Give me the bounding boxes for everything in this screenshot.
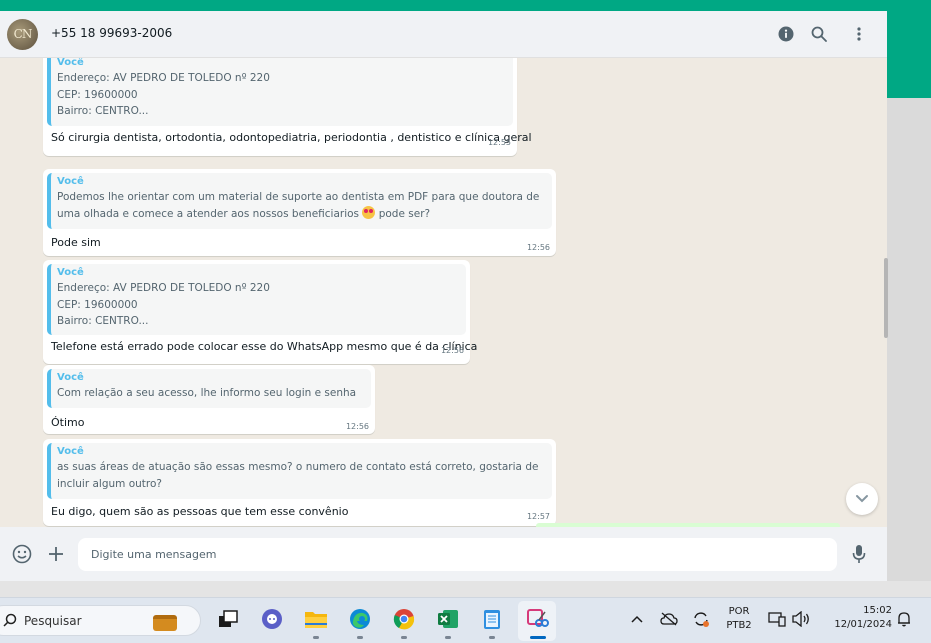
info-icon[interactable] bbox=[775, 23, 797, 45]
notepad-icon[interactable] bbox=[479, 606, 505, 632]
app-side-band bbox=[887, 11, 931, 98]
quote-line: as suas áreas de atuação são essas mesmo… bbox=[57, 461, 539, 473]
avatar[interactable]: CN bbox=[7, 19, 38, 50]
contact-name[interactable]: +55 18 99693-2006 bbox=[51, 26, 172, 40]
running-indicator bbox=[357, 636, 363, 639]
avatar-initials: CN bbox=[13, 27, 33, 41]
chat-scrollbar[interactable] bbox=[884, 258, 888, 338]
message-bubble[interactable]: Você Endereço: AV PEDRO DE TOLEDO nº 220… bbox=[43, 260, 477, 364]
message-input[interactable] bbox=[78, 538, 837, 571]
message-text: Eu digo, quem são as pessoas que tem ess… bbox=[51, 505, 349, 518]
message-text: Ótimo bbox=[51, 416, 85, 429]
active-indicator bbox=[530, 636, 546, 639]
quoted-message[interactable]: Você Endereço: AV PEDRO DE TOLEDO nº 220… bbox=[47, 58, 513, 126]
quote-author: Você bbox=[57, 267, 84, 278]
briefcase-icon[interactable] bbox=[153, 615, 177, 631]
app-top-band bbox=[0, 0, 931, 11]
running-indicator bbox=[313, 636, 319, 639]
excel-icon[interactable] bbox=[435, 606, 461, 632]
microphone-icon[interactable] bbox=[848, 543, 870, 565]
message-text: Pode sim bbox=[51, 236, 101, 249]
clock-date: 12/01/2024 bbox=[834, 619, 892, 630]
message-time: 12:57 bbox=[526, 512, 550, 521]
message-list[interactable]: Você Endereço: AV PEDRO DE TOLEDO nº 220… bbox=[0, 58, 887, 532]
quote-author: Você bbox=[57, 372, 84, 383]
task-view-icon[interactable] bbox=[215, 606, 241, 632]
running-indicator bbox=[401, 636, 407, 639]
notification-bell-icon[interactable] bbox=[891, 606, 917, 632]
message-time: 12:56 bbox=[440, 346, 464, 355]
composer-bar bbox=[0, 527, 887, 581]
windows-taskbar: Pesquisar POR PTB2 15:02 12/01/2024 bbox=[0, 597, 931, 643]
message-time: 12:56 bbox=[526, 243, 550, 252]
message-text: Só cirurgia dentista, ortodontia, odonto… bbox=[51, 131, 532, 144]
display-icon[interactable] bbox=[764, 606, 790, 632]
attach-plus-icon[interactable] bbox=[45, 543, 67, 565]
message-bubble[interactable]: Você Endereço: AV PEDRO DE TOLEDO nº 220… bbox=[43, 58, 532, 156]
quote-line: CEP: 19600000 bbox=[57, 298, 138, 311]
quote-line-with-emoji: uma olhada e comece a atender aos nossos… bbox=[57, 205, 544, 223]
cloud-offline-icon[interactable] bbox=[656, 606, 682, 632]
quote-line: Bairro: CENTRO... bbox=[57, 105, 149, 117]
chevron-up-icon[interactable] bbox=[624, 606, 650, 632]
volume-icon[interactable] bbox=[788, 606, 814, 632]
message-bubble[interactable]: Você Podemos lhe orientar com um materia… bbox=[43, 169, 556, 256]
quoted-message[interactable]: Você as suas áreas de atuação são essas … bbox=[47, 443, 552, 499]
message-text: Telefone está errado pode colocar esse d… bbox=[51, 340, 478, 353]
quote-line: Endereço: AV PEDRO DE TOLEDO nº 220 bbox=[57, 282, 270, 294]
snipping-tool-icon[interactable] bbox=[524, 606, 550, 632]
quote-line: uma olhada e comece a atender aos nossos… bbox=[57, 207, 360, 220]
search-icon bbox=[3, 613, 17, 627]
scroll-to-bottom-button[interactable] bbox=[846, 483, 878, 515]
chrome-browser-icon[interactable] bbox=[391, 606, 417, 632]
edge-browser-icon[interactable] bbox=[347, 606, 373, 632]
quote-line: Bairro: CENTRO... bbox=[57, 315, 149, 327]
message-time: 12:56 bbox=[345, 422, 369, 431]
quote-line: Com relação a seu acesso, lhe informo se… bbox=[57, 387, 357, 399]
whatsapp-chat-window: CN +55 18 99693-2006 Você Endereço: AV P… bbox=[0, 11, 887, 581]
quote-line-suffix: pode ser? bbox=[378, 207, 431, 220]
chevron-down-icon bbox=[856, 495, 868, 503]
smiling-face-hearts-icon bbox=[362, 205, 376, 219]
file-explorer-icon[interactable] bbox=[303, 606, 329, 632]
message-bubble[interactable]: Você as suas áreas de atuação são essas … bbox=[43, 439, 556, 526]
search-icon[interactable] bbox=[808, 23, 830, 45]
emoji-icon[interactable] bbox=[11, 543, 33, 565]
quoted-message[interactable]: Você Endereço: AV PEDRO DE TOLEDO nº 220… bbox=[47, 264, 466, 335]
chat-header[interactable]: CN +55 18 99693-2006 bbox=[0, 11, 887, 58]
message-bubble[interactable]: Você Com relação a seu acesso, lhe infor… bbox=[43, 365, 375, 434]
clock-time: 15:02 bbox=[863, 605, 892, 616]
language-indicator[interactable]: POR PTB2 bbox=[724, 606, 754, 631]
language-line: PTB2 bbox=[726, 620, 752, 631]
quote-line: Podemos lhe orientar com um material de … bbox=[57, 191, 540, 203]
quote-line: incluir algum outro? bbox=[57, 477, 163, 490]
clock[interactable]: 15:02 12/01/2024 bbox=[822, 605, 892, 630]
running-indicator bbox=[445, 636, 451, 639]
quote-line: Endereço: AV PEDRO DE TOLEDO nº 220 bbox=[57, 72, 270, 84]
message-time: 12:55 bbox=[487, 138, 511, 147]
quote-line: CEP: 19600000 bbox=[57, 88, 138, 101]
chat-app-icon[interactable] bbox=[259, 606, 285, 632]
quote-author: Você bbox=[57, 176, 84, 187]
taskbar-search[interactable]: Pesquisar bbox=[0, 605, 201, 636]
quote-author: Você bbox=[57, 58, 84, 68]
quoted-message[interactable]: Você Com relação a seu acesso, lhe infor… bbox=[47, 369, 371, 408]
running-indicator bbox=[489, 636, 495, 639]
menu-kebab-icon[interactable] bbox=[848, 23, 870, 45]
language-line: POR bbox=[728, 606, 750, 617]
sync-icon[interactable] bbox=[688, 606, 714, 632]
window-background bbox=[887, 98, 931, 581]
quote-author: Você bbox=[57, 446, 84, 457]
quoted-message[interactable]: Você Podemos lhe orientar com um materia… bbox=[47, 173, 552, 229]
search-label: Pesquisar bbox=[24, 614, 82, 628]
